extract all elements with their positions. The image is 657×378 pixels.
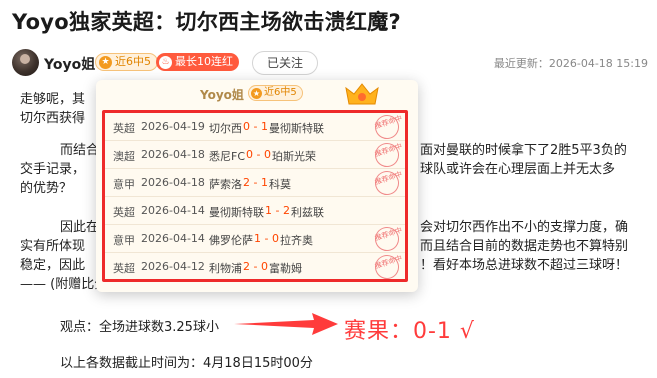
match-row[interactable]: 澳超 2026-04-18 悉尼FC 0 - 0 珀斯光荣 推荐命中 <box>105 139 405 171</box>
streak-badge-label: 近6中5 <box>115 55 151 68</box>
match-home-team: 切尔西 <box>209 122 242 135</box>
body-line: ！看好本场总进球数不超过三球呀！ <box>420 258 629 273</box>
match-home-team: 萨索洛 <box>209 178 242 191</box>
match-score: 1 - 2 <box>265 204 290 217</box>
follow-button[interactable]: 已关注 <box>252 51 318 75</box>
popup-streak-label: 近6中5 <box>264 87 297 98</box>
body-line: 而且结合目前的数据走势也不算特别 <box>420 239 629 254</box>
flame-icon: ♨ <box>159 55 172 69</box>
hit-stamp-icon: 推荐命中 <box>371 223 403 255</box>
match-away-team: 富勒姆 <box>268 262 302 275</box>
match-row[interactable]: 意甲 2026-04-18 萨索洛 2 - 1 科莫 推荐命中 <box>105 167 405 199</box>
match-away-team: 曼彻斯特联 <box>268 122 324 135</box>
popup-streak-badge: ★ 近6中5 <box>248 85 303 101</box>
star-icon: ★ <box>99 55 112 69</box>
match-league: 意甲 <box>113 234 135 247</box>
match-home-team: 利物浦 <box>209 262 242 275</box>
match-league: 澳超 <box>113 150 135 163</box>
author-name[interactable]: Yoyo姐 <box>44 54 95 74</box>
longest-streak-badge: ♨ 最长10连红 <box>156 53 239 71</box>
body-line: 的优势？ <box>20 181 73 196</box>
match-score: 2 - 0 <box>243 260 268 273</box>
annotation-arrow-icon <box>234 313 338 335</box>
match-date: 2026-04-14 <box>141 232 205 245</box>
match-date: 2026-04-18 <box>141 176 205 189</box>
body-line: 会对切尔西作出不小的支撑力度，确 <box>420 220 629 235</box>
match-home-team: 佛罗伦萨 <box>209 234 253 247</box>
match-date: 2026-04-18 <box>141 148 205 161</box>
match-row[interactable]: 英超 2026-04-14 曼彻斯特联 1 - 2 利兹联 <box>105 197 405 225</box>
body-line: 交手记录， <box>20 162 86 177</box>
match-score: 2 - 1 <box>243 176 268 189</box>
streak-badge: ★ 近6中5 <box>95 53 158 71</box>
body-line: 走够呢，其 <box>20 92 86 107</box>
deadline-text: 以上各数据截止时间为：4月18日15时00分 <box>60 356 313 371</box>
popup-author-name: Yoyo姐 <box>200 88 244 102</box>
match-league: 英超 <box>113 122 135 135</box>
prediction-text: 观点：全场进球数3.25球小 <box>60 320 219 335</box>
match-league: 英超 <box>113 206 135 219</box>
match-away-team: 科莫 <box>268 178 291 191</box>
hit-stamp-icon: 推荐命中 <box>371 167 403 199</box>
match-home-team: 曼彻斯特联 <box>209 206 264 219</box>
popup-header: Yoyo姐 ★ 近6中5 <box>96 80 418 108</box>
hit-stamp-icon: 推荐命中 <box>371 111 403 143</box>
match-away-team: 利兹联 <box>290 206 324 219</box>
author-bar: Yoyo姐 ★ 近6中5 ♨ 最长10连红 已关注 最近更新：2026-04-1… <box>12 47 648 79</box>
body-line: 而结合 <box>60 143 100 158</box>
result-annotation: 赛果：0-1 √ <box>344 319 475 344</box>
match-home-team: 悉尼FC <box>209 150 246 163</box>
match-date: 2026-04-19 <box>141 120 205 133</box>
body-line: 稳定，因此 <box>20 258 86 273</box>
star-icon: ★ <box>251 87 262 99</box>
match-date: 2026-04-12 <box>141 260 205 273</box>
body-line: 球队或许会在心理层面上并无太多 <box>420 162 616 177</box>
match-score: 0 - 1 <box>243 120 268 133</box>
body-line: 面对曼联的时候拿下了2胜5平3负的 <box>420 143 627 158</box>
hit-stamp-icon: 推荐命中 <box>371 139 403 171</box>
match-row[interactable]: 意甲 2026-04-14 佛罗伦萨 1 - 0 拉齐奥 推荐命中 <box>105 223 405 255</box>
hit-stamp-icon: 推荐命中 <box>371 251 403 283</box>
crown-medal-icon <box>345 83 379 105</box>
match-score: 1 - 0 <box>254 232 279 245</box>
match-date: 2026-04-14 <box>141 204 205 217</box>
author-record-popup: Yoyo姐 ★ 近6中5 英超 2026-04-19 切尔西 0 - 1 曼彻斯特联 推荐… <box>96 80 418 292</box>
body-line: 切尔西获得 <box>20 111 86 126</box>
match-away-team: 拉齐奥 <box>279 234 313 247</box>
last-update: 最近更新：2026-04-18 15:19 <box>493 57 648 70</box>
match-league: 意甲 <box>113 178 135 191</box>
body-line: 实有所体现 <box>20 239 86 254</box>
match-league: 英超 <box>113 262 135 275</box>
body-line: 因此在 <box>60 220 100 235</box>
match-row[interactable]: 英超 2026-04-19 切尔西 0 - 1 曼彻斯特联 推荐命中 <box>105 111 405 143</box>
author-avatar[interactable] <box>12 49 39 76</box>
match-score: 0 - 0 <box>246 148 271 161</box>
match-away-team: 珀斯光荣 <box>271 150 316 163</box>
longest-streak-label: 最长10连红 <box>175 55 233 68</box>
article-title: Yoyo独家英超：切尔西主场欲击溃红魔? <box>12 10 402 34</box>
match-row[interactable]: 英超 2026-04-12 利物浦 2 - 0 富勒姆 推荐命中 <box>105 251 405 283</box>
recent-match-list: 英超 2026-04-19 切尔西 0 - 1 曼彻斯特联 推荐命中 澳超 2026-04-1… <box>102 110 408 283</box>
